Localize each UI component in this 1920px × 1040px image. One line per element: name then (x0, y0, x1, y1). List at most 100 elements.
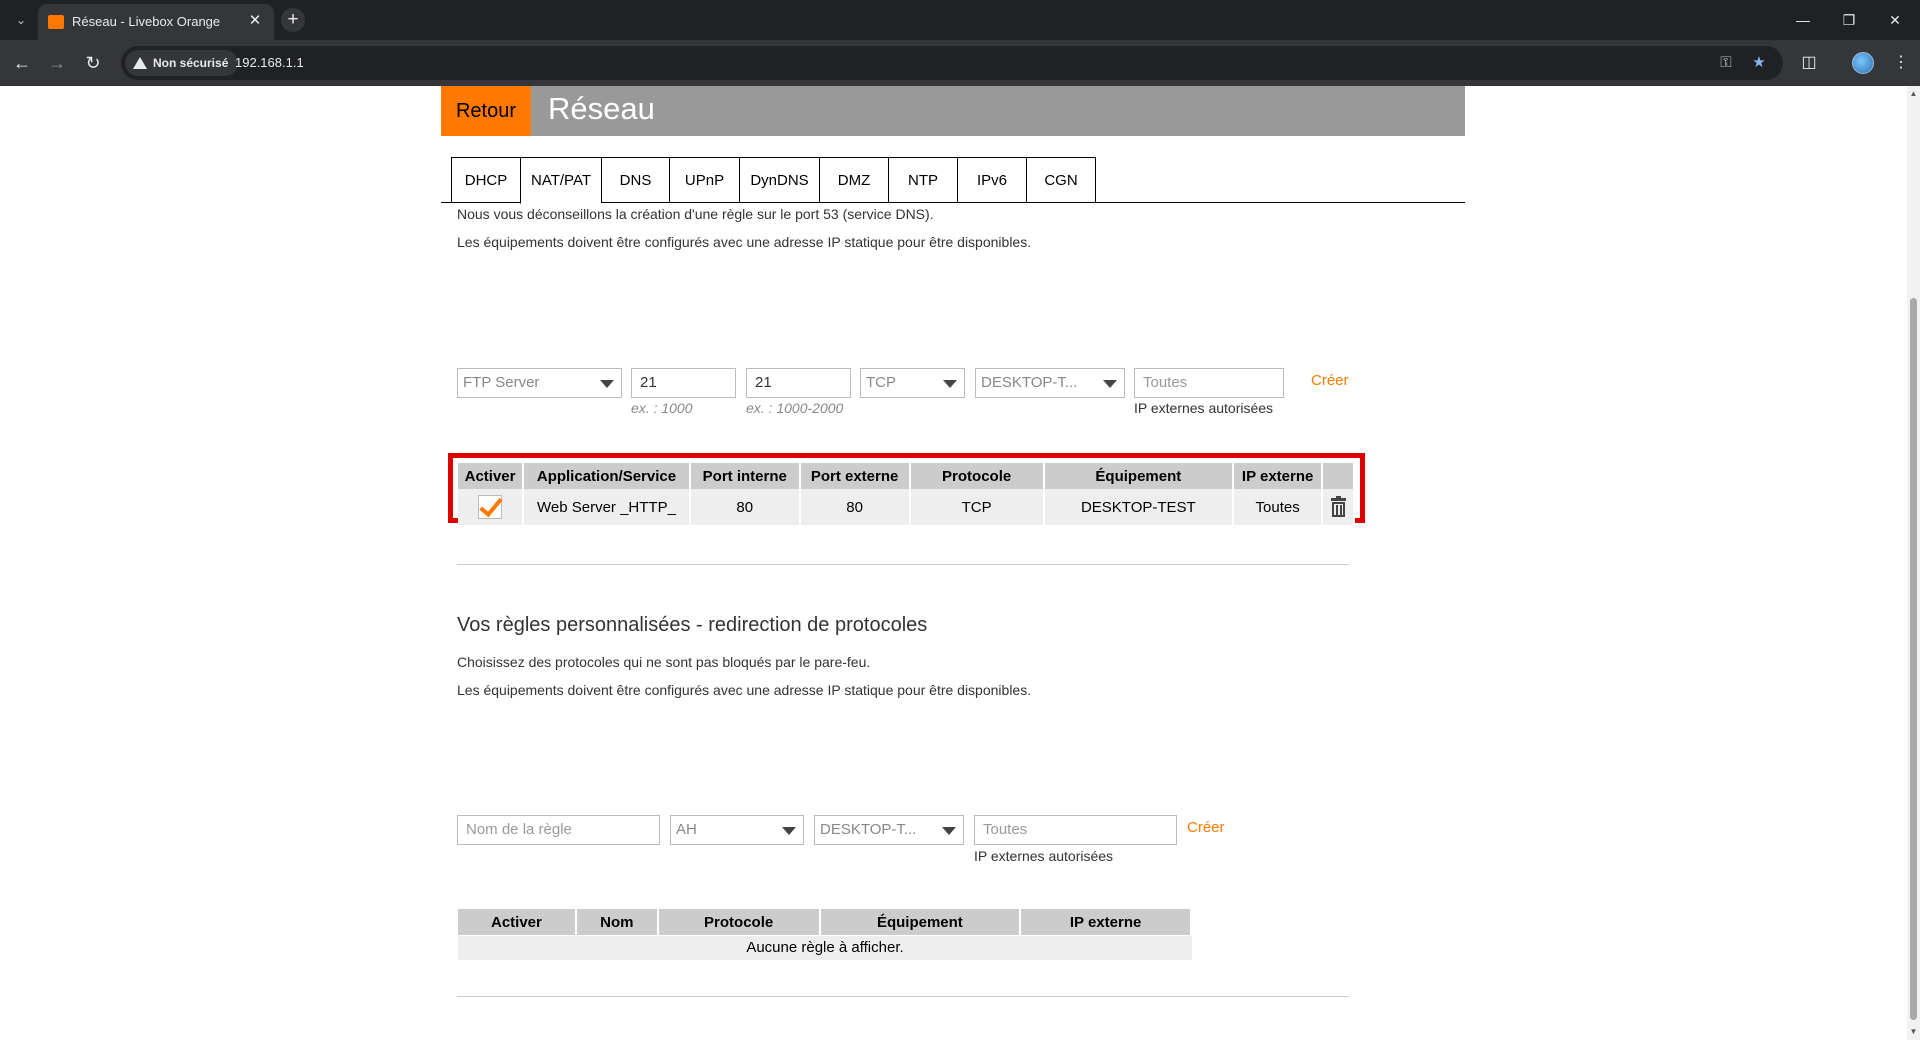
restore-icon[interactable]: ❐ (1827, 6, 1871, 34)
device-select-value: DESKTOP-T... (981, 374, 1078, 391)
col-port-externe: Port externe (799, 463, 911, 489)
protocol-device-value: DESKTOP-T... (820, 821, 917, 838)
section-divider (457, 996, 1349, 997)
protocol-external-ip-input[interactable]: Toutes (974, 815, 1177, 845)
tab-dmz[interactable]: DMZ (819, 157, 888, 203)
col-application: Application/Service (523, 463, 691, 489)
col-activer: Activer (458, 909, 577, 935)
device-select[interactable]: DESKTOP-T... (975, 368, 1125, 398)
external-port-hint: ex. : 1000-2000 (746, 400, 844, 416)
protocols-section-title: Vos règles personnalisées - redirection … (457, 614, 928, 636)
protocol-type-select[interactable]: AH (670, 815, 804, 845)
protocol-cell: TCP (909, 489, 1045, 525)
reload-icon[interactable]: ↻ (81, 51, 105, 75)
internal-port-hint: ex. : 1000 (631, 400, 693, 416)
new-tab-button[interactable]: + (281, 8, 305, 32)
col-protocole: Protocole (909, 463, 1045, 489)
chevron-down-icon (782, 827, 796, 835)
scrollbar-thumb[interactable] (1910, 298, 1917, 1020)
protocols-info-firewall: Choisissez des protocoles qui ne sont pa… (457, 654, 871, 670)
chevron-down-icon (943, 380, 957, 388)
protocol-device-select[interactable]: DESKTOP-T... (814, 815, 964, 845)
tab-dyndns[interactable]: DynDNS (739, 157, 819, 203)
tab-ipv6[interactable]: IPv6 (957, 157, 1026, 203)
tab-ntp[interactable]: NTP (888, 157, 957, 203)
bookmark-star-icon[interactable]: ★ (1748, 53, 1770, 73)
external-ip-input[interactable]: Toutes (1134, 368, 1284, 398)
page-header: Retour Réseau (441, 86, 1465, 136)
rule-name-input[interactable]: Nom de la règle (457, 815, 660, 845)
col-ip-externe: IP externe (1232, 463, 1324, 489)
tab-cgn[interactable]: CGN (1026, 157, 1096, 203)
protocols-info-static-ip: Les équipements doivent être configurés … (457, 682, 1032, 698)
address-bar[interactable]: Non sécurisé 192.168.1.1 ⚿ ★ (121, 46, 1783, 80)
chevron-down-icon (942, 827, 956, 835)
nat-info-static-ip: Les équipements doivent être configurés … (457, 234, 1032, 250)
col-equipement: Équipement (1043, 463, 1234, 489)
protocol-type-value: AH (676, 821, 697, 838)
service-cell: Web Server _HTTP_ (523, 489, 691, 525)
create-nat-rule-link[interactable]: Créer (1311, 372, 1349, 389)
enable-cell (458, 489, 525, 525)
col-ip-externe: IP externe (1020, 909, 1192, 935)
tab-upnp[interactable]: UPnP (669, 157, 739, 203)
menu-kebab-icon[interactable]: ⋮ (1889, 51, 1913, 75)
protocol-select[interactable]: TCP (860, 368, 965, 398)
external-ip-cell: Toutes (1232, 489, 1324, 525)
external-port-input[interactable]: 21 (746, 368, 851, 398)
back-arrow-icon[interactable]: ← (10, 51, 34, 75)
security-label: Non sécurisé (153, 56, 229, 70)
nat-rules-table: Activer Application/Service Port interne… (458, 463, 1355, 525)
device-cell: DESKTOP-TEST (1043, 489, 1234, 525)
delete-cell (1322, 489, 1355, 525)
trash-icon[interactable] (1330, 495, 1346, 517)
network-tabs: DHCP NAT/PAT DNS UPnP DynDNS DMZ NTP IPv… (451, 157, 1096, 204)
window-close-icon[interactable]: ✕ (1873, 6, 1917, 34)
section-divider (457, 564, 1349, 565)
nat-info-port53: Nous vous déconseillons la création d'un… (457, 206, 934, 222)
port-internal-cell: 80 (689, 489, 801, 525)
protocol-rules-table: Activer Nom Protocole Équipement IP exte… (458, 909, 1192, 935)
service-select-value: FTP Server (463, 374, 540, 391)
profile-avatar[interactable] (1852, 52, 1874, 74)
back-button[interactable]: Retour (441, 86, 531, 136)
tab-nat-pat[interactable]: NAT/PAT (520, 157, 601, 204)
forward-arrow-icon[interactable]: → (45, 51, 69, 75)
chevron-down-icon (1103, 380, 1117, 388)
col-activer: Activer (458, 463, 525, 489)
internal-port-input[interactable]: 21 (631, 368, 736, 398)
enable-checkbox[interactable] (478, 495, 503, 519)
empty-table-message: Aucune règle à afficher. (458, 936, 1192, 960)
scroll-up-icon[interactable]: ▲ (1909, 89, 1918, 98)
table-header-row: Activer Nom Protocole Équipement IP exte… (458, 909, 1192, 935)
chevron-down-icon (600, 380, 614, 388)
table-row: Web Server _HTTP_ 80 80 TCP DESKTOP-TEST… (458, 489, 1355, 525)
page-scrollbar[interactable]: ▲ ▼ (1907, 86, 1920, 1040)
tab-dns[interactable]: DNS (601, 157, 669, 203)
create-protocol-rule-link[interactable]: Créer (1187, 819, 1225, 836)
extensions-icon[interactable]: ◫ (1797, 51, 1821, 75)
minimize-icon[interactable]: — (1781, 6, 1825, 34)
security-chip[interactable]: Non sécurisé (125, 50, 239, 76)
browser-tab-bar: ⌄ Réseau - Livebox Orange ✕ + — ❐ ✕ (0, 0, 1920, 40)
col-protocole: Protocole (657, 909, 821, 935)
browser-tab[interactable]: Réseau - Livebox Orange ✕ (38, 4, 274, 40)
page-viewport: Retour Réseau DHCP NAT/PAT DNS UPnP DynD… (0, 86, 1907, 1040)
password-key-icon[interactable]: ⚿ (1715, 53, 1737, 73)
tab-search-icon[interactable]: ⌄ (10, 9, 32, 31)
service-select[interactable]: FTP Server (457, 368, 622, 398)
protocol-external-ip-hint: IP externes autorisées (974, 848, 1114, 864)
col-equipement: Équipement (819, 909, 1022, 935)
col-actions (1322, 463, 1355, 489)
port-external-cell: 80 (799, 489, 911, 525)
url-text[interactable]: 192.168.1.1 (235, 55, 304, 70)
tab-dhcp[interactable]: DHCP (451, 157, 520, 203)
page-title: Réseau (548, 91, 655, 126)
scroll-down-icon[interactable]: ▼ (1909, 1027, 1918, 1036)
orange-favicon-icon (48, 15, 64, 29)
browser-toolbar: ← → ↻ Non sécurisé 192.168.1.1 ⚿ ★ ◫ ⋮ (0, 40, 1920, 86)
protocol-select-value: TCP (866, 374, 896, 391)
tab-close-icon[interactable]: ✕ (246, 12, 264, 30)
tab-title: Réseau - Livebox Orange (72, 14, 221, 29)
col-nom: Nom (575, 909, 659, 935)
